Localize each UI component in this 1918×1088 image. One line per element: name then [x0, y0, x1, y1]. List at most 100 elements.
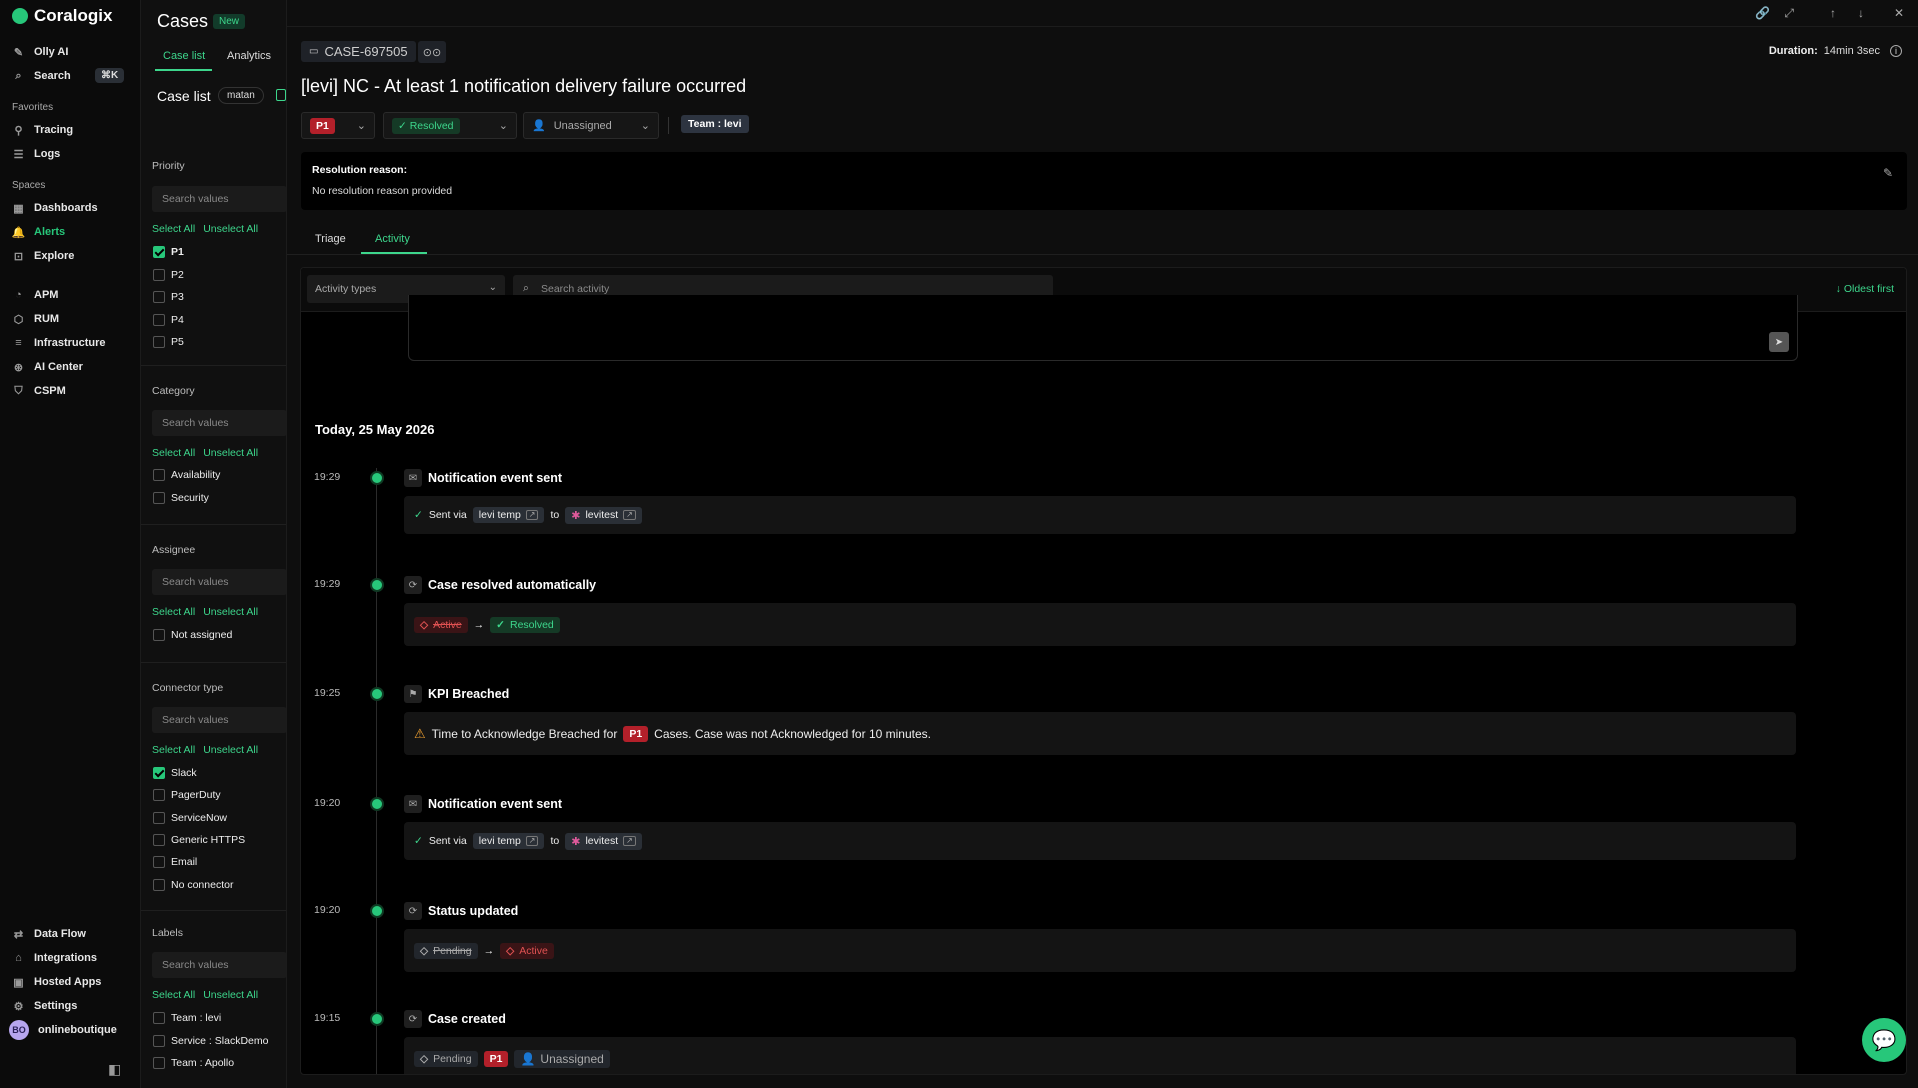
link-icon[interactable]: 🔗	[1755, 6, 1770, 20]
filter-option-p5[interactable]: P5	[153, 336, 184, 348]
unselect-all-link[interactable]: Unselect All	[203, 223, 258, 235]
case-icon: ▭	[309, 46, 319, 57]
edit-icon[interactable]: ✎	[1883, 166, 1893, 180]
arrow-up-icon[interactable]: ↑	[1830, 6, 1836, 20]
nav-logs[interactable]: ☰ Logs	[12, 145, 61, 163]
filter-option-availability[interactable]: Availability	[153, 469, 220, 481]
cases-title: Cases	[157, 11, 209, 31]
nav-ai-center[interactable]: ⊛ AI Center	[12, 358, 83, 376]
nav-settings[interactable]: ⚙ Settings	[12, 997, 78, 1015]
select-all-link[interactable]: Select All	[152, 744, 195, 756]
sort-oldest-first-button[interactable]: ↓ Oldest first	[1836, 283, 1894, 295]
nav-cspm[interactable]: ⛉ CSPM	[12, 382, 65, 400]
main-nav: Coralogix ✎ Olly AI ⌕ Search ⌘K Favorites …	[0, 0, 141, 1088]
chat-support-icon[interactable]: 💬	[1862, 1018, 1906, 1062]
select-all-link[interactable]: Select All	[152, 606, 195, 618]
filter-option-team-apollo[interactable]: Team : Apollo	[153, 1057, 234, 1069]
filter-option-p4[interactable]: P4	[153, 314, 184, 326]
expand-icon[interactable]: ⤢	[1784, 6, 1794, 21]
nav-explore[interactable]: ⊡ Explore	[12, 247, 74, 265]
tracing-icon: ⚲	[14, 124, 23, 137]
tab-triage[interactable]: Triage	[315, 233, 346, 245]
nav-integrations[interactable]: ⌂ Integrations	[12, 949, 97, 967]
binoculars-icon[interactable]: ⊙⊙	[418, 41, 446, 63]
case-title: [levi] NC - At least 1 notification deli…	[301, 76, 747, 96]
filter-option-not-assigned[interactable]: Not assigned	[153, 629, 232, 641]
filter-option-generic-https[interactable]: Generic HTTPS	[153, 834, 245, 846]
nav-alerts[interactable]: 🔔 Alerts	[12, 223, 66, 241]
category-search-input[interactable]: Search values	[152, 410, 286, 436]
filter-option-no-connector[interactable]: No connector	[153, 879, 233, 891]
target-chip[interactable]: ✱ levitest ↗	[565, 832, 642, 850]
filter-option-p2[interactable]: P2	[153, 269, 184, 281]
filter-option-slack[interactable]: Slack	[153, 767, 197, 779]
diamond-icon: ◇	[420, 1052, 429, 1065]
chevron-down-icon: ⌄	[640, 120, 650, 132]
filter-option-p3[interactable]: P3	[153, 291, 184, 303]
connector-search-input[interactable]: Search values	[152, 707, 286, 733]
nav-infrastructure[interactable]: ≡ Infrastructure	[12, 334, 105, 352]
status-dropdown[interactable]: ✓ Resolved ⌄	[383, 112, 517, 139]
comment-input[interactable]: ➤	[408, 295, 1798, 361]
collapse-sidebar-icon[interactable]: ◧	[108, 1061, 121, 1078]
case-id-chip[interactable]: ▭ CASE-697505	[301, 41, 416, 62]
slack-icon: ✱	[571, 835, 581, 848]
connector-chip[interactable]: levi temp ↗	[472, 507, 545, 523]
nav-hosted-apps[interactable]: ▣ Hosted Apps	[12, 973, 101, 991]
timeline-dot	[370, 578, 384, 592]
rum-icon: ⬡	[13, 313, 24, 326]
nav-user[interactable]: BO onlineboutique	[9, 1020, 117, 1040]
select-all-link[interactable]: Select All	[152, 447, 195, 459]
timeline-dot	[370, 1012, 384, 1026]
event-card: ◇ Pending P1 👤 Unassigned	[404, 1037, 1796, 1074]
tab-case-list[interactable]: Case list	[163, 50, 205, 62]
flag-icon: ⚑	[404, 685, 422, 703]
case-duration: Duration: 14min 3sec i	[1769, 45, 1902, 57]
status-to-chip: ✓ Resolved	[490, 616, 560, 633]
target-chip[interactable]: ✱ levitest ↗	[565, 506, 642, 524]
filter-option-security[interactable]: Security	[153, 492, 209, 504]
apm-icon: ◔	[15, 289, 22, 301]
select-all-link[interactable]: Select All	[152, 223, 195, 235]
nav-rum[interactable]: ⬡ RUM	[12, 310, 59, 328]
nav-tracing[interactable]: ⚲ Tracing	[12, 121, 73, 139]
search-icon: ⌕	[15, 69, 22, 82]
unselect-all-link[interactable]: Unselect All	[203, 989, 258, 1001]
case-list-view-tag[interactable]: matan	[218, 87, 264, 104]
avatar: BO	[9, 1020, 29, 1040]
close-icon[interactable]: ✕	[1894, 6, 1904, 20]
nav-data-flow[interactable]: ⇄ Data Flow	[12, 925, 86, 943]
labels-search-input[interactable]: Search values	[152, 952, 286, 978]
assignee-dropdown[interactable]: 👤 Unassigned ⌄	[523, 112, 659, 139]
assignee-search-input[interactable]: Search values	[152, 569, 286, 595]
select-all-link[interactable]: Select All	[152, 989, 195, 1001]
nav-olly-ai[interactable]: ✎ Olly AI	[12, 43, 69, 61]
timeline-dot	[370, 904, 384, 918]
filter-option-pagerduty[interactable]: PagerDuty	[153, 789, 221, 801]
filter-option-servicenow[interactable]: ServiceNow	[153, 812, 227, 824]
tab-analytics[interactable]: Analytics	[227, 50, 271, 62]
nav-dashboards[interactable]: ▦ Dashboards	[12, 199, 97, 217]
unselect-all-link[interactable]: Unselect All	[203, 447, 258, 459]
filter-option-p1[interactable]: P1	[153, 246, 184, 258]
send-icon[interactable]: ➤	[1769, 332, 1789, 352]
info-icon[interactable]: i	[1890, 45, 1902, 57]
ai-center-icon: ⊛	[13, 361, 24, 374]
priority-dropdown[interactable]: P1 ⌄	[301, 112, 375, 139]
tab-activity[interactable]: Activity	[375, 233, 410, 245]
divider	[287, 254, 1918, 255]
unselect-all-link[interactable]: Unselect All	[203, 606, 258, 618]
nav-apm[interactable]: ◔ APM	[12, 286, 58, 304]
date-header: Today, 25 May 2026	[315, 422, 435, 437]
connector-chip[interactable]: levi temp ↗	[472, 833, 545, 849]
unselect-all-link[interactable]: Unselect All	[203, 744, 258, 756]
filter-option-service-slackdemo[interactable]: Service : SlackDemo	[153, 1035, 268, 1047]
arrow-down-icon[interactable]: ↓	[1858, 6, 1864, 20]
coralogix-logo[interactable]: Coralogix	[12, 6, 112, 26]
nav-search[interactable]: ⌕ Search	[12, 67, 70, 85]
filter-option-team-levi[interactable]: Team : levi	[153, 1012, 221, 1024]
export-icon[interactable]	[276, 89, 286, 101]
filter-option-email[interactable]: Email	[153, 856, 197, 868]
filter-labels-title: Labels	[152, 927, 183, 939]
priority-search-input[interactable]: Search values	[152, 186, 286, 212]
